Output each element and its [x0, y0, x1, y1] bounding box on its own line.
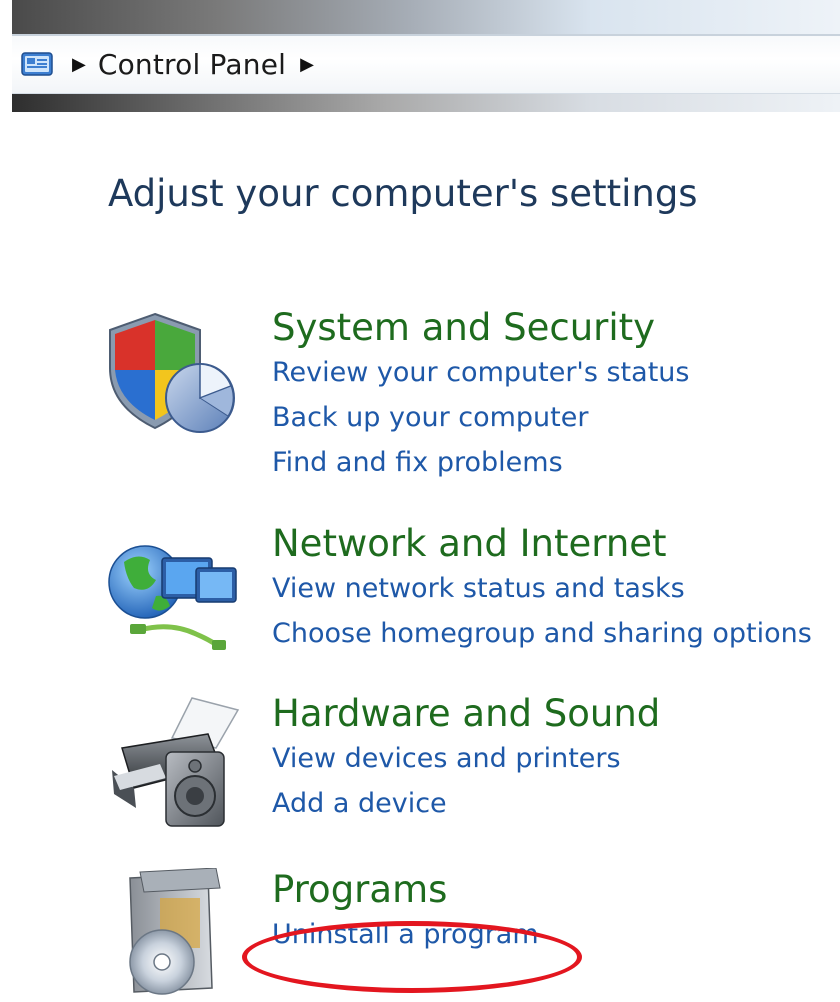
network-and-internet-link[interactable]: Network and Internet [272, 522, 812, 566]
homegroup-sharing-options-link[interactable]: Choose homegroup and sharing options [272, 611, 812, 656]
add-a-device-link[interactable]: Add a device [272, 781, 660, 826]
control-panel-window: ▶ Control Panel ▶ Adjust your computer's… [0, 0, 840, 1002]
hardware-and-sound-link[interactable]: Hardware and Sound [272, 692, 660, 736]
page-title: Adjust your computer's settings [108, 172, 698, 215]
title-bar [12, 0, 840, 34]
shield-chart-icon[interactable] [100, 306, 250, 446]
system-and-security-link[interactable]: System and Security [272, 306, 689, 350]
view-devices-and-printers-link[interactable]: View devices and printers [272, 736, 660, 781]
programs-disc-icon[interactable] [100, 867, 250, 1002]
back-up-computer-link[interactable]: Back up your computer [272, 395, 689, 440]
breadcrumb-control-panel[interactable]: Control Panel [98, 48, 286, 81]
breadcrumb-chevron-icon[interactable]: ▶ [300, 54, 314, 75]
find-and-fix-problems-link[interactable]: Find and fix problems [272, 440, 689, 485]
programs-link[interactable]: Programs [272, 868, 539, 912]
control-panel-icon[interactable] [18, 50, 58, 80]
breadcrumb-separator-icon[interactable]: ▶ [72, 54, 86, 75]
printer-speaker-icon[interactable] [100, 692, 250, 832]
view-network-status-link[interactable]: View network status and tasks [272, 566, 812, 611]
globe-network-icon[interactable] [100, 522, 250, 662]
toolbar-strip [12, 94, 840, 112]
address-bar[interactable]: ▶ Control Panel ▶ [12, 34, 840, 94]
uninstall-a-program-link[interactable]: Uninstall a program [272, 912, 539, 957]
review-computer-status-link[interactable]: Review your computer's status [272, 350, 689, 395]
